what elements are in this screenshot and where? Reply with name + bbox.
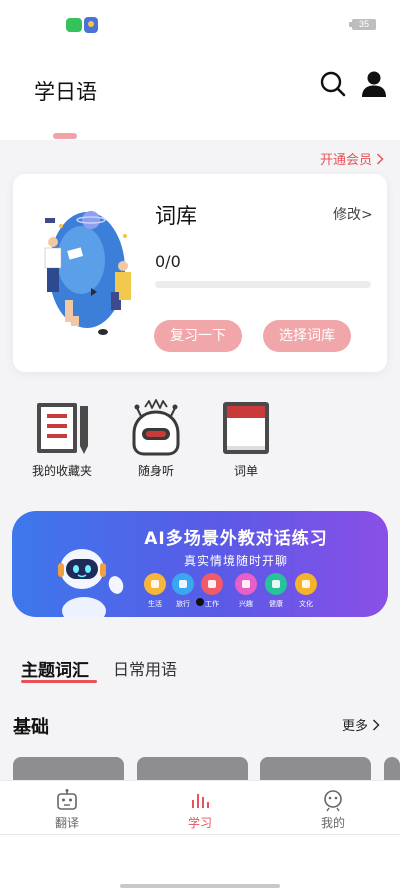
robot-listen-icon [132, 399, 180, 456]
scene-label: 兴趣 [239, 600, 253, 608]
user-icon[interactable] [360, 70, 388, 98]
face-icon [324, 790, 342, 812]
listen-tool[interactable]: 随身听 [111, 398, 201, 479]
book-icon [223, 402, 269, 454]
nav-label: 学习 [187, 816, 212, 830]
tool-label-listen: 随身听 [137, 464, 174, 478]
scene-life-icon [144, 573, 166, 595]
status-bar: 35 [0, 0, 400, 50]
bars-icon [192, 794, 209, 808]
search-icon[interactable] [319, 70, 347, 98]
carousel-indicator [196, 598, 204, 606]
tab-daily-phrases[interactable]: 日常用语 [113, 656, 177, 680]
notification-game-icon [84, 17, 98, 33]
chevron-right-icon [373, 719, 380, 730]
tool-label-wordlist: 词单 [233, 464, 258, 478]
tab-indicator [53, 133, 77, 139]
more-link[interactable]: 更多 [342, 715, 380, 734]
app-header: 学日语 [0, 50, 400, 140]
nav-label: 翻译 [54, 816, 79, 830]
scene-culture-icon [295, 573, 317, 595]
nav-me[interactable]: 我的 [293, 788, 373, 831]
tool-label-favorites: 我的收藏夹 [31, 464, 92, 478]
progress-count: 0/0 [155, 252, 181, 271]
home-indicator [120, 884, 280, 888]
scene-travel[interactable]: 旅行 [171, 573, 195, 609]
progress-bar [155, 281, 371, 288]
review-button[interactable]: 复习一下 [154, 320, 242, 352]
bottom-safe-area [0, 834, 400, 889]
vip-link[interactable]: 开通会员 [320, 149, 384, 168]
notebook-pen-icon [37, 403, 88, 454]
nav-translate[interactable]: 翻译 [27, 788, 107, 831]
robot-icon [57, 789, 77, 810]
scene-label: 文化 [299, 600, 313, 608]
tab-underline [21, 680, 97, 683]
battery-icon: 35 [349, 19, 376, 30]
modify-link[interactable]: 修改> [333, 204, 373, 224]
scene-travel-icon [172, 573, 194, 595]
page-title: 学日语 [34, 80, 97, 104]
section-title: 基础 [13, 717, 49, 738]
scene-hobby[interactable]: 兴趣 [234, 573, 258, 609]
study-illustration [44, 211, 131, 335]
scene-hobby-icon [235, 573, 257, 595]
banner-subtitle: 真实情境随时开聊 [183, 554, 288, 568]
vocab-card: 词库 修改> 0/0 复习一下 选择词库 [13, 174, 387, 372]
notification-app-icon [66, 18, 82, 32]
scene-culture[interactable]: 文化 [294, 573, 318, 609]
select-vocab-button[interactable]: 选择词库 [263, 320, 351, 352]
scene-health-icon [265, 573, 287, 595]
nav-study[interactable]: 学习 [160, 788, 240, 831]
scene-label: 旅行 [176, 600, 190, 608]
scene-life[interactable]: 生活 [143, 573, 167, 609]
scene-label: 健康 [269, 600, 283, 608]
vocab-title: 词库 [155, 204, 197, 228]
scene-work-icon [201, 573, 223, 595]
nav-label: 我的 [320, 816, 345, 830]
favorites-tool[interactable]: 我的收藏夹 [17, 398, 107, 479]
wordlist-tool[interactable]: 词单 [201, 398, 291, 479]
scene-label: 生活 [148, 600, 162, 608]
vip-link-label: 开通会员 [320, 153, 373, 168]
tab-theme-vocab[interactable]: 主题词汇 [21, 656, 89, 681]
chevron-right-icon [376, 152, 384, 165]
banner-title: AI多场景外教对话练习 [144, 529, 328, 549]
more-label: 更多 [342, 719, 369, 734]
scene-health[interactable]: 健康 [264, 573, 288, 609]
bottom-nav: 翻译 学习 我的 [0, 780, 400, 834]
